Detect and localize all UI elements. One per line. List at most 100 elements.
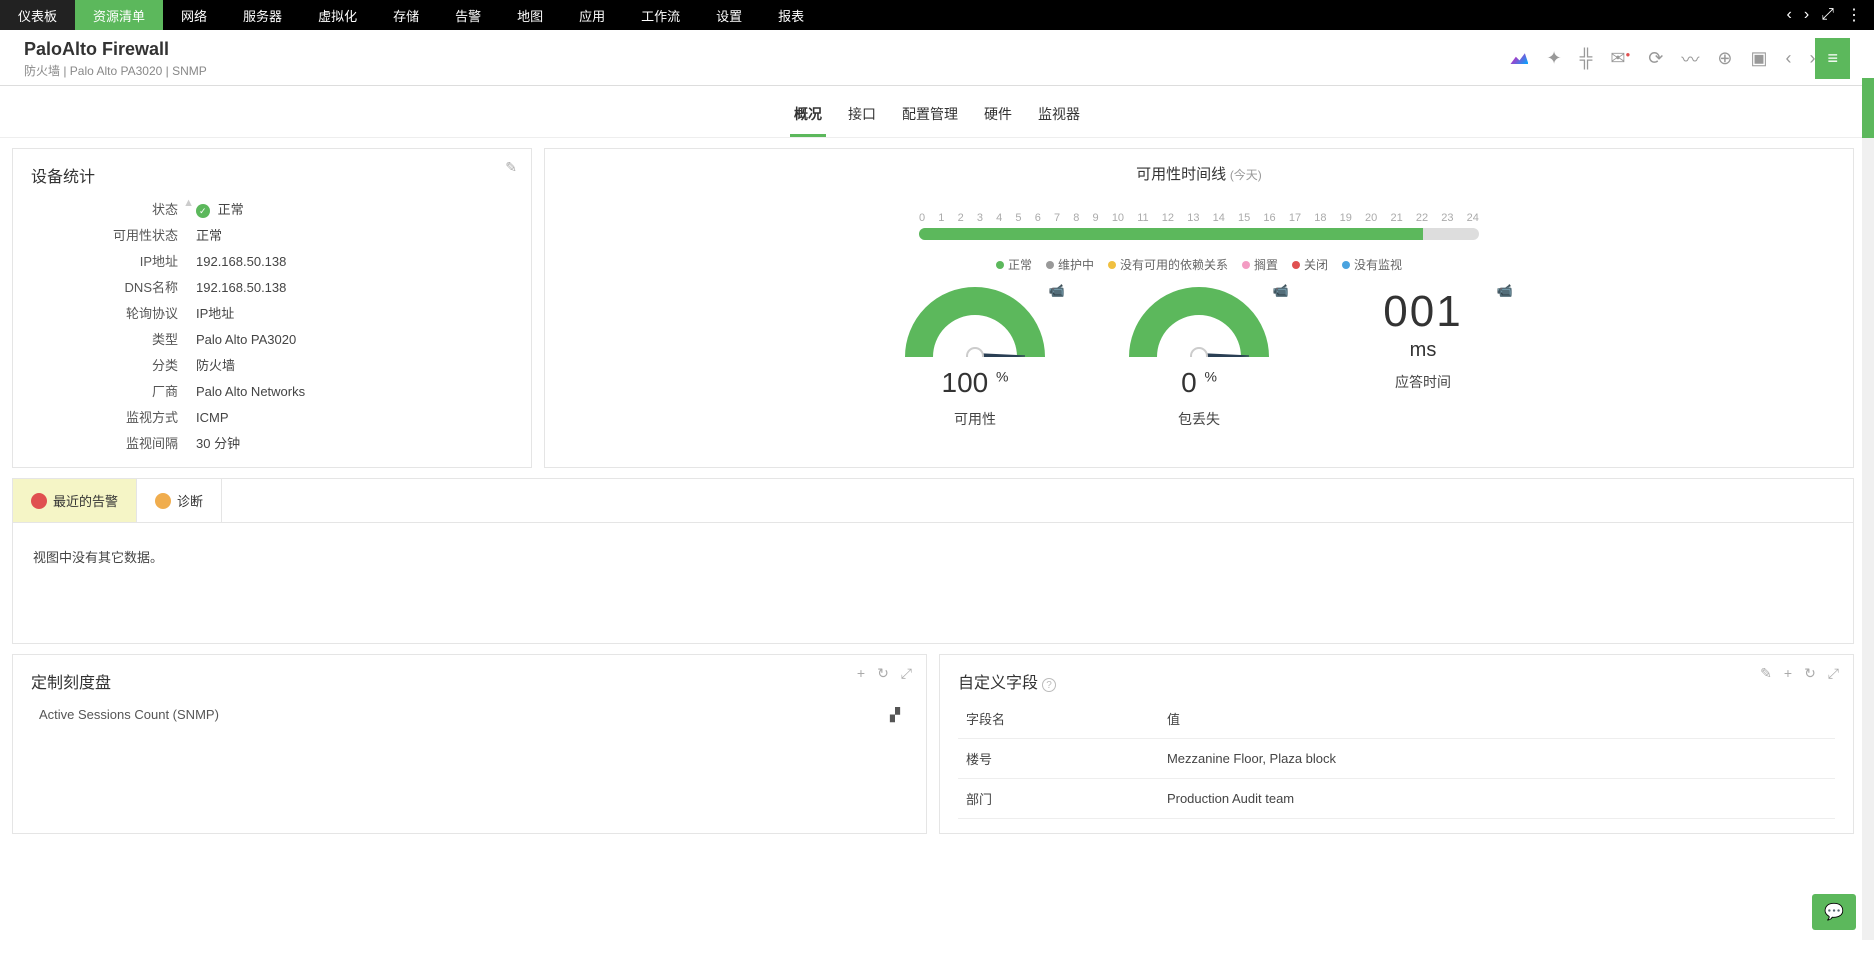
expand-icon[interactable]: ⤢ [901, 665, 912, 682]
alerts-tabs: 最近的告警诊断 [13, 479, 1853, 523]
sub-tab[interactable]: 配置管理 [898, 98, 962, 137]
timeline-hour: 14 [1213, 212, 1225, 224]
top-nav-item[interactable]: 应用 [561, 0, 623, 30]
timeline-hour: 13 [1187, 212, 1199, 224]
timeline-hour: 10 [1112, 212, 1124, 224]
timeline-hour: 17 [1289, 212, 1301, 224]
timeline-legend: 正常 维护中 没有可用的依赖关系 搁置 关闭 没有监视 [563, 256, 1835, 273]
topology-icon[interactable]: ╬ [1580, 48, 1593, 69]
top-nav-item[interactable]: 设置 [698, 0, 760, 30]
top-nav-item[interactable]: 网络 [163, 0, 225, 30]
alerts-panel: 最近的告警诊断 视图中没有其它数据。 [12, 478, 1854, 644]
top-nav-item[interactable]: 工作流 [623, 0, 698, 30]
chart-icon[interactable] [1510, 48, 1528, 69]
prev-page-icon[interactable]: ‹ [1785, 48, 1791, 69]
gauge-big-number: 001 [1343, 287, 1503, 337]
legend-dot-icon [1292, 261, 1300, 269]
timeline-hour: 23 [1441, 212, 1453, 224]
top-nav-item[interactable]: 仪表板 [0, 0, 75, 30]
device-stats-panel: 设备统计 ✎ ▲ 状态可用性状态IP地址DNS名称轮询协议类型分类厂商监视方式监… [12, 148, 532, 468]
camera-icon[interactable]: 📹 [1497, 283, 1513, 299]
alert-tab-icon [155, 493, 171, 509]
timeline-hour: 1 [938, 212, 944, 224]
alerts-tab[interactable]: 诊断 [137, 479, 222, 522]
nav-prev-icon[interactable]: ‹ [1781, 6, 1798, 24]
device-stat-value: 正常 [196, 197, 513, 223]
mail-icon[interactable]: ✉● [1610, 48, 1630, 69]
timeline-hour: 16 [1263, 212, 1275, 224]
hamburger-menu-button[interactable]: ≡ [1815, 38, 1850, 79]
timeline-hour: 9 [1093, 212, 1099, 224]
add-icon[interactable]: + [857, 665, 865, 682]
device-stat-value: 防火墙 [196, 353, 513, 379]
more-icon[interactable]: ⋮ [1840, 5, 1868, 25]
globe-icon[interactable]: ⊕ [1717, 48, 1732, 69]
device-stat-value: 192.168.50.138 [196, 275, 513, 301]
timeline-hour: 21 [1390, 212, 1402, 224]
field-name-cell: 楼号 [958, 739, 1159, 779]
device-stats-title: 设备统计 [31, 163, 513, 187]
bar-chart-icon[interactable]: ▞ [890, 707, 900, 723]
scrollbar-thumb[interactable] [1862, 78, 1874, 138]
timeline-bar [919, 228, 1479, 240]
device-stat-value: Palo Alto Networks [196, 379, 513, 405]
alert-tab-icon [31, 493, 47, 509]
legend-item: 没有可用的依赖关系 [1108, 256, 1228, 273]
timeline-hours: 0123456789101112131415161718192021222324 [919, 212, 1479, 224]
sub-tab[interactable]: 硬件 [980, 98, 1016, 137]
legend-label: 维护中 [1058, 256, 1094, 273]
legend-label: 搁置 [1254, 256, 1278, 273]
expand-fields-icon[interactable]: ⤢ [1828, 665, 1839, 682]
custom-dials-panel: 定制刻度盘 + ↻ ⤢ Active Sessions Count (SNMP)… [12, 654, 927, 834]
timeline-hour: 22 [1416, 212, 1428, 224]
top-nav-item[interactable]: 存储 [375, 0, 437, 30]
add-field-icon[interactable]: + [1784, 665, 1792, 682]
top-nav-item[interactable]: 告警 [437, 0, 499, 30]
top-nav-item[interactable]: 报表 [760, 0, 822, 30]
device-stat-label: 轮询协议 [31, 301, 178, 327]
help-icon[interactable]: ? [1042, 678, 1056, 692]
timeline-hour: 0 [919, 212, 925, 224]
timeline-hour: 12 [1162, 212, 1174, 224]
sub-tab[interactable]: 监视器 [1034, 98, 1084, 137]
chat-fab-button[interactable]: 💬 [1812, 894, 1856, 930]
link-icon[interactable]: ⟳ [1648, 48, 1663, 69]
sub-tab[interactable]: 概况 [790, 98, 826, 137]
camera-icon[interactable]: 📹 [1273, 283, 1289, 299]
nav-next-icon[interactable]: › [1798, 6, 1815, 24]
device-stat-value: 192.168.50.138 [196, 249, 513, 275]
gauge-label: 应答时间 [1343, 372, 1503, 392]
legend-dot-icon [1342, 261, 1350, 269]
top-nav-item[interactable]: 服务器 [225, 0, 300, 30]
refresh-fields-icon[interactable]: ↻ [1804, 665, 1816, 682]
sub-tab[interactable]: 接口 [844, 98, 880, 137]
graph-icon[interactable]: 〰 [1681, 46, 1699, 72]
terminal-icon[interactable]: ▣ [1750, 48, 1767, 69]
gauges-row: 📹100 %可用性📹0 %包丢失📹001ms应答时间 [563, 287, 1835, 429]
scrollbar[interactable] [1862, 78, 1874, 940]
legend-label: 没有监视 [1354, 256, 1402, 273]
page-header: PaloAlto Firewall 防火墙 | Palo Alto PA3020… [0, 30, 1874, 86]
edit-fields-icon[interactable]: ✎ [1760, 665, 1772, 682]
timeline-hour: 7 [1054, 212, 1060, 224]
field-value-cell: Production Audit team [1159, 779, 1835, 819]
alerts-tab[interactable]: 最近的告警 [13, 479, 137, 522]
edit-icon[interactable]: ✎ [505, 159, 517, 176]
refresh-icon[interactable]: ↻ [877, 665, 889, 682]
legend-item: 搁置 [1242, 256, 1278, 273]
legend-label: 没有可用的依赖关系 [1120, 256, 1228, 273]
camera-icon[interactable]: 📹 [1049, 283, 1065, 299]
timeline-hour: 2 [958, 212, 964, 224]
header-actions: ✦ ╬ ✉● ⟳ 〰 ⊕ ▣ ‹ › [1510, 46, 1815, 72]
device-stat-label: IP地址 [31, 249, 178, 275]
top-nav-item[interactable]: 虚拟化 [300, 0, 375, 30]
top-nav-item[interactable]: 地图 [499, 0, 561, 30]
legend-label: 关闭 [1304, 256, 1328, 273]
timeline-hour: 15 [1238, 212, 1250, 224]
table-row: 楼号Mezzanine Floor, Plaza block [958, 739, 1835, 779]
collapse-icon[interactable]: ⤢ [1815, 6, 1840, 24]
sub-tabs: 概况接口配置管理硬件监视器 [0, 86, 1874, 138]
legend-item: 正常 [996, 256, 1032, 273]
top-nav-item[interactable]: 资源清单 [75, 0, 163, 30]
alarm-icon[interactable]: ✦ [1546, 48, 1561, 69]
